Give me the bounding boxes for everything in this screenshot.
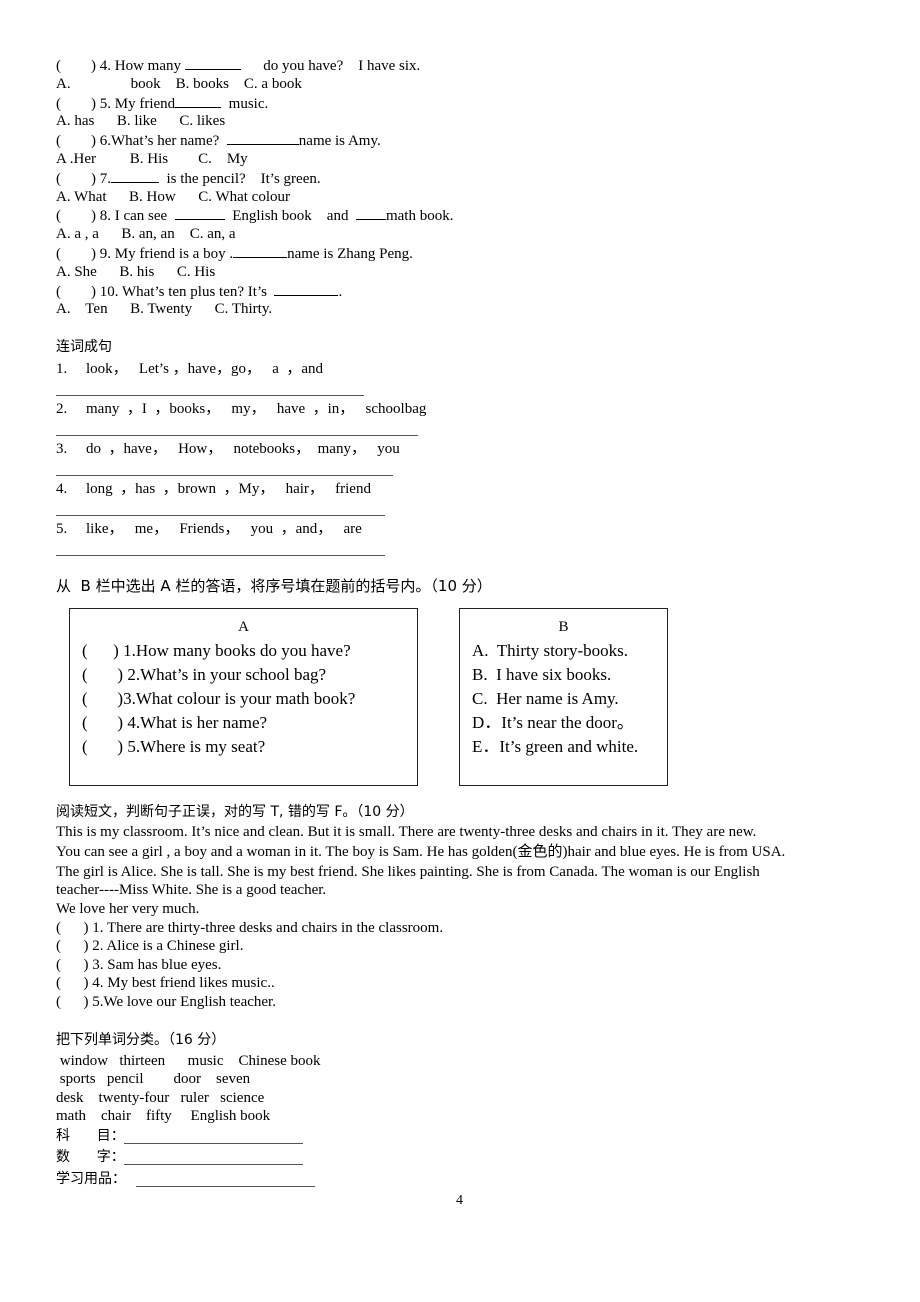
- category-answer-line[interactable]: [136, 1186, 315, 1187]
- column-a-item: ( )3.What colour is your math book?: [82, 689, 356, 708]
- sentence-item: 1. look， Let’s ，have，go， a ，and: [56, 361, 324, 377]
- question-line: ( ) 8. I can see English book and math b…: [56, 206, 856, 225]
- tf-question: ( ) 2. Alice is a Chinese girl.: [56, 938, 244, 954]
- answer-line[interactable]: [56, 515, 385, 516]
- answer-bracket: ( ): [56, 58, 100, 74]
- fill-blank[interactable]: [184, 56, 241, 70]
- column-b-item: B. I have six books.: [472, 665, 612, 684]
- fill-blank[interactable]: [274, 282, 339, 296]
- column-b-item: D．It’s near the door。: [472, 713, 634, 732]
- column-b-item: E．It’s green and white.: [472, 737, 639, 756]
- answer-options: A .Her B. His C. My: [56, 150, 248, 167]
- passage-line: You can see a girl , a boy and a woman i…: [56, 844, 786, 860]
- category-answer-line[interactable]: [124, 1143, 303, 1144]
- sentence-item: 4. long ，has ，brown ，My， hair， friend: [56, 481, 371, 497]
- page-number: 4: [456, 1193, 463, 1208]
- column-b-title: B: [558, 619, 569, 635]
- answer-options: A. has B. like C. likes: [56, 113, 226, 130]
- worksheet-page: ( ) 4. How many do you have? I have six.…: [56, 56, 856, 319]
- answer-bracket: ( ): [56, 283, 100, 300]
- answer-options: A. What B. How C. What colour: [56, 188, 291, 205]
- passage-line: The girl is Alice. She is tall. She is m…: [56, 864, 760, 880]
- word-row: window thirteen music Chinese book: [56, 1053, 321, 1069]
- answer-options: A. a , a B. an, an C. an, a: [56, 226, 236, 243]
- sentence-item: 3. do ，have， How， notebooks， many， you: [56, 441, 400, 457]
- match-section-title: 从 B 栏中选出 A 栏的答语，将序号填在题前的括号内。（10 分）: [56, 577, 492, 595]
- question-text: 6.What’s her name?: [99, 133, 227, 150]
- question-line: ( ) 5. My friend music.: [56, 94, 856, 113]
- answer-options: A. Ten B. Twenty C. Thirty.: [56, 301, 273, 318]
- column-a-title: A: [238, 619, 249, 635]
- column-a-item: ( ) 4.What is her name?: [82, 713, 268, 732]
- answer-line[interactable]: [56, 395, 364, 396]
- question-text: 8. I can see: [99, 208, 175, 225]
- passage-line: teacher----Miss White. She is a good tea…: [56, 882, 327, 898]
- sentence-item: 2. many ，I ，books， my， have ，in， schoolb…: [56, 401, 427, 417]
- question-line: ( ) 10. What’s ten plus ten? It’s .: [56, 282, 856, 301]
- question-text: is the pencil? It’s green.: [159, 170, 321, 187]
- question-line: ( ) 9. My friend is a boy . name is Zhang…: [56, 244, 856, 263]
- question-text: 9. My friend is a boy .: [99, 245, 234, 262]
- question-text: name is Amy.: [298, 133, 381, 150]
- fill-blank[interactable]: [233, 244, 288, 258]
- question-text: 4. How many: [99, 58, 185, 74]
- question-text: English book and: [224, 208, 356, 225]
- question-text: 10. What’s ten plus ten? It’s: [99, 283, 275, 300]
- question-text: math book.: [385, 208, 454, 225]
- fill-blank[interactable]: [355, 206, 386, 221]
- category-label-numbers: 数 字：: [56, 1149, 125, 1165]
- question-line: ( ) 6.What’s her name? name is Amy.: [56, 131, 856, 150]
- sentence-item: 5. like， me， Friends， you ，and， are: [56, 521, 362, 537]
- question-text: .: [338, 283, 343, 300]
- column-a-box: A ( ) 1.How many books do you have? ( ) …: [69, 608, 418, 786]
- category-label-supplies: 学习用品：: [56, 1171, 126, 1187]
- fill-blank[interactable]: [111, 169, 159, 183]
- passage-line: This is my classroom. It’s nice and clea…: [56, 824, 757, 840]
- answer-line[interactable]: [56, 555, 385, 556]
- tf-question: ( ) 1. There are thirty-three desks and …: [56, 920, 444, 936]
- tf-question: ( ) 4. My best friend likes music..: [56, 975, 275, 991]
- answer-options: A. She B. his C. His: [56, 263, 216, 280]
- fill-blank[interactable]: [174, 206, 225, 221]
- answer-line[interactable]: [56, 475, 393, 476]
- answer-line[interactable]: [56, 435, 418, 436]
- passage-line: We love her very much.: [56, 901, 200, 917]
- fill-blank[interactable]: [175, 94, 222, 108]
- question-text: music.: [221, 95, 269, 112]
- answer-bracket: ( ): [56, 208, 100, 225]
- question-line: ( ) 7. is the pencil? It’s green.: [56, 169, 856, 188]
- answer-bracket: ( ): [56, 170, 100, 187]
- word-row: desk twenty-four ruler science: [56, 1090, 265, 1106]
- answer-bracket: ( ): [56, 245, 100, 262]
- column-b-box: B A. Thirty story-books. B. I have six b…: [459, 608, 668, 786]
- word-row: sports pencil door seven: [56, 1071, 251, 1087]
- sentence-section-title: 连词成句: [56, 339, 112, 355]
- reading-section-title: 阅读短文，判断句子正误，对的写 T, 错的写 F。（10 分）: [56, 804, 414, 820]
- multiple-choice-section: ( ) 4. How many do you have? I have six.…: [56, 56, 856, 319]
- tf-question: ( ) 5.We love our English teacher.: [56, 994, 276, 1010]
- column-a-item: ( ) 1.How many books do you have?: [82, 641, 351, 660]
- column-a-item: ( ) 2.What’s in your school bag?: [82, 665, 327, 684]
- question-text: 5. My friend: [99, 95, 176, 112]
- question-text: 7.: [99, 170, 111, 187]
- column-b-item: C. Her name is Amy.: [472, 689, 619, 708]
- answer-options: A. book B. books C. a book: [56, 75, 302, 92]
- question-text: name is Zhang Peng.: [287, 245, 413, 262]
- column-a-item: ( ) 5.Where is my seat?: [82, 737, 266, 756]
- word-row: math chair fifty English book: [56, 1108, 271, 1124]
- category-label-subjects: 科 目：: [56, 1128, 125, 1144]
- question-line: ( ) 4. How many do you have? I have six.: [56, 56, 856, 75]
- column-b-item: A. Thirty story-books.: [472, 641, 628, 660]
- tf-question: ( ) 3. Sam has blue eyes.: [56, 957, 222, 973]
- answer-bracket: ( ): [56, 95, 100, 112]
- fill-blank[interactable]: [226, 131, 299, 146]
- category-answer-line[interactable]: [124, 1164, 303, 1165]
- question-text: do you have? I have six.: [240, 58, 421, 74]
- answer-bracket: ( ): [56, 133, 100, 150]
- classify-section-title: 把下列单词分类。（16 分）: [56, 1032, 226, 1048]
